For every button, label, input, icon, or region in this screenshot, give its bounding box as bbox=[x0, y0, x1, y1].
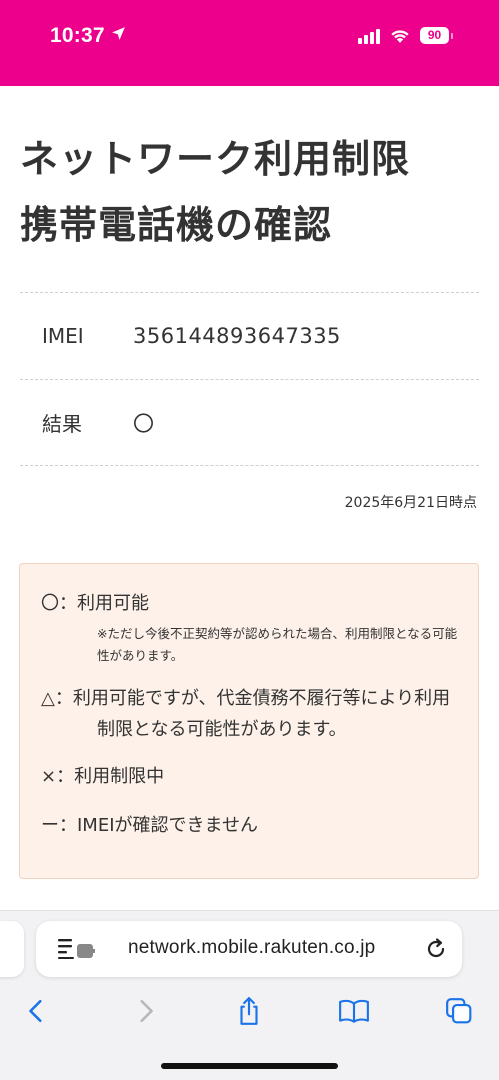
wifi-icon bbox=[389, 27, 411, 44]
cellular-signal-icon bbox=[358, 28, 380, 44]
browser-bottom-bar: network.mobile.rakuten.co.jp bbox=[0, 910, 499, 1080]
status-bar: 10:37 90 bbox=[0, 0, 499, 86]
battery-level: 90 bbox=[420, 27, 449, 44]
legend-restricted: ×：利用制限中 bbox=[41, 766, 165, 787]
page-settings-icon[interactable] bbox=[56, 937, 98, 961]
location-arrow-icon bbox=[110, 24, 127, 48]
imei-value: 356144893647335 bbox=[133, 324, 341, 348]
status-time: 10:37 bbox=[50, 24, 127, 48]
status-indicators: 90 bbox=[358, 27, 453, 44]
legend-unknown: ー：IMEIが確認できません bbox=[41, 815, 258, 836]
home-indicator bbox=[161, 1063, 338, 1069]
result-row: 結果 〇 bbox=[20, 379, 479, 466]
page-title: ネットワーク利用制限 携帯電話機の確認 bbox=[20, 126, 480, 258]
page-title-line2: 携帯電話機の確認 bbox=[20, 203, 333, 247]
bookmarks-icon[interactable] bbox=[338, 995, 370, 1027]
browser-toolbar bbox=[0, 989, 499, 1033]
legend-box: 〇：利用可能 ※ただし今後不正契約等が認められた場合、利用制限となる可能性があり… bbox=[19, 563, 479, 879]
tabs-icon[interactable] bbox=[443, 995, 475, 1027]
legend-available: 〇：利用可能 bbox=[41, 593, 149, 614]
url-text[interactable]: network.mobile.rakuten.co.jp bbox=[128, 937, 375, 959]
result-value: 〇 bbox=[133, 411, 155, 436]
result-table: IMEI 356144893647335 結果 〇 bbox=[20, 292, 479, 466]
legend-triangle: △：利用可能ですが、代金債務不履行等により利用制限となる可能性があります。 bbox=[41, 688, 451, 740]
page-title-line1: ネットワーク利用制限 bbox=[20, 137, 411, 181]
back-icon[interactable] bbox=[21, 995, 53, 1027]
status-time-text: 10:37 bbox=[50, 24, 105, 47]
result-label: 結果 bbox=[42, 412, 82, 436]
legend-available-note: ※ただし今後不正契約等が認められた場合、利用制限となる可能性があります。 bbox=[97, 626, 458, 663]
imei-label: IMEI bbox=[42, 324, 84, 348]
previous-tab-preview[interactable] bbox=[0, 921, 24, 977]
timestamp: 2025年6月21日時点 bbox=[344, 495, 477, 511]
address-bar[interactable]: network.mobile.rakuten.co.jp bbox=[36, 921, 462, 977]
reload-icon[interactable] bbox=[424, 937, 448, 961]
battery-icon: 90 bbox=[420, 27, 453, 44]
imei-row: IMEI 356144893647335 bbox=[20, 292, 479, 379]
share-icon[interactable] bbox=[233, 995, 265, 1027]
forward-icon[interactable] bbox=[129, 995, 161, 1027]
